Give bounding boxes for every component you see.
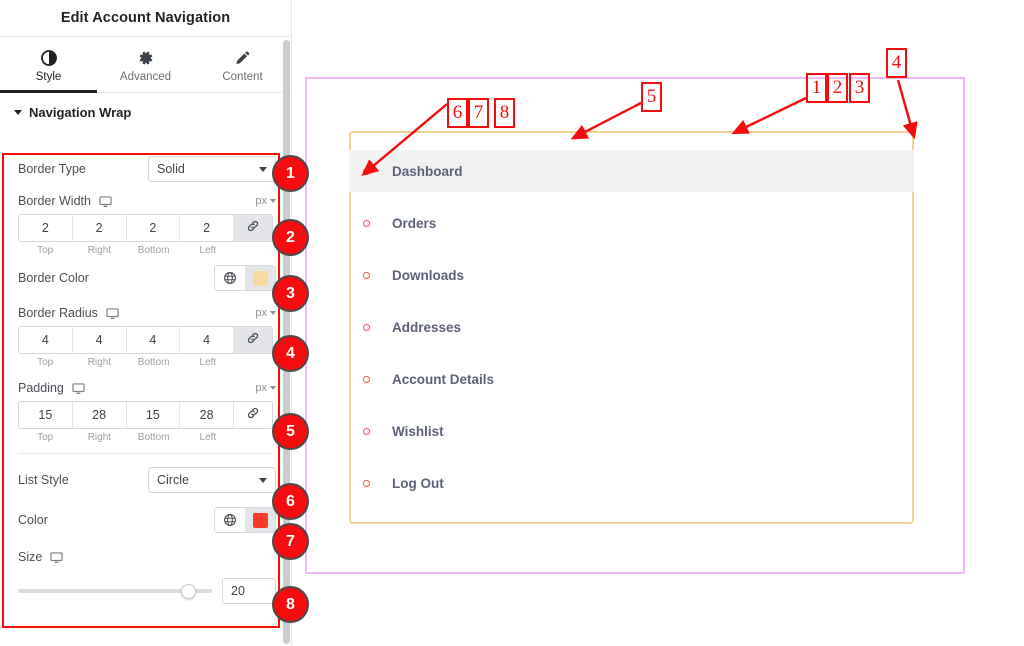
chevron-down-icon <box>14 109 22 115</box>
badge-5: 5 <box>272 413 309 450</box>
badge-2: 2 <box>272 219 309 256</box>
badge-6: 6 <box>272 483 309 520</box>
nav-item-dashboard[interactable]: Dashboard <box>349 150 914 192</box>
callout-8: 8 <box>494 98 515 128</box>
tab-style-label: Style <box>35 71 62 83</box>
callout-7: 7 <box>468 98 489 128</box>
pencil-icon <box>235 50 251 66</box>
annotation-panel-highlight <box>2 153 280 628</box>
circle-bullet-icon <box>363 271 370 279</box>
callout-5: 5 <box>641 82 662 112</box>
tab-content[interactable]: Content <box>194 37 291 92</box>
nav-item-orders[interactable]: Orders <box>349 202 914 244</box>
tab-content-label: Content <box>222 71 263 83</box>
callout-2: 2 <box>827 73 848 103</box>
circle-bullet-icon <box>363 323 370 331</box>
circle-bullet-icon <box>363 479 370 487</box>
badge-1: 1 <box>272 155 309 192</box>
callout-6: 6 <box>447 98 468 128</box>
tab-advanced[interactable]: Advanced <box>97 37 194 92</box>
circle-bullet-icon <box>363 167 370 175</box>
screenshot-root: Edit Account Navigation Style Advanced C… <box>0 0 1024 646</box>
tab-style[interactable]: Style <box>0 37 97 93</box>
section-navigation-wrap[interactable]: Navigation Wrap <box>0 93 291 131</box>
contrast-icon <box>40 50 57 66</box>
account-navigation-list: Dashboard Orders Downloads Addresses Acc… <box>349 131 914 504</box>
section-label: Navigation Wrap <box>29 104 132 120</box>
badge-7: 7 <box>272 523 309 560</box>
panel-tabs: Style Advanced Content <box>0 37 291 93</box>
tab-advanced-label: Advanced <box>119 71 172 83</box>
nav-item-addresses[interactable]: Addresses <box>349 306 914 348</box>
nav-item-log-out[interactable]: Log Out <box>349 462 914 504</box>
badge-4: 4 <box>272 335 309 372</box>
nav-item-label: Account Details <box>392 371 495 387</box>
page-title: Edit Account Navigation <box>0 0 291 37</box>
badge-3: 3 <box>272 275 309 312</box>
callout-4: 4 <box>886 48 907 78</box>
nav-item-downloads[interactable]: Downloads <box>349 254 914 296</box>
nav-item-account-details[interactable]: Account Details <box>349 358 914 400</box>
circle-bullet-icon <box>363 375 370 383</box>
circle-bullet-icon <box>363 427 370 435</box>
circle-bullet-icon <box>363 219 370 227</box>
callout-3: 3 <box>849 73 870 103</box>
nav-item-wishlist[interactable]: Wishlist <box>349 410 914 452</box>
gear-icon <box>138 50 154 66</box>
callout-1: 1 <box>806 73 827 103</box>
badge-8: 8 <box>272 586 309 623</box>
